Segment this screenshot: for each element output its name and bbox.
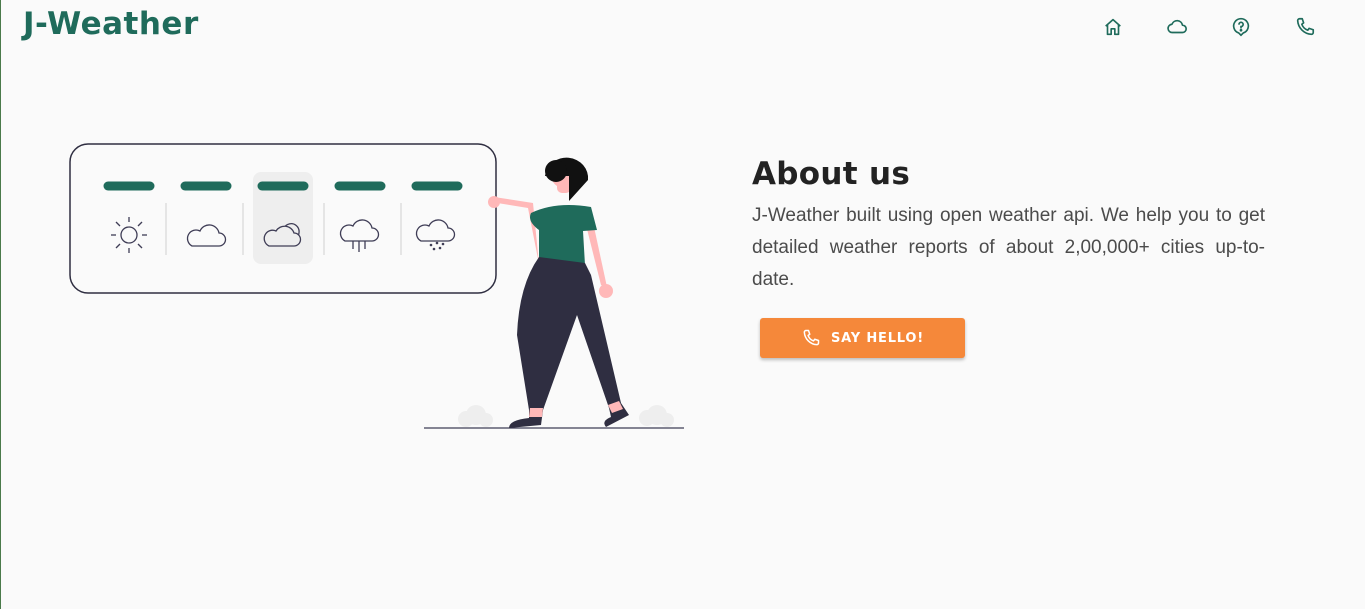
about-section: About us J-Weather built using open weat… bbox=[752, 156, 1265, 296]
home-icon bbox=[1105, 18, 1121, 36]
nav-help-button[interactable] bbox=[1221, 14, 1261, 40]
about-title: About us bbox=[752, 156, 911, 192]
phone-icon bbox=[1296, 17, 1315, 36]
sun-icon bbox=[111, 217, 147, 253]
say-hello-button[interactable]: SAY HELLO! bbox=[760, 318, 965, 358]
weather-illustration bbox=[69, 143, 684, 429]
about-description: J-Weather built using open weather api. … bbox=[752, 205, 1265, 290]
phone-icon bbox=[803, 329, 820, 346]
brand-logo[interactable]: J-Weather bbox=[23, 6, 199, 42]
top-nav bbox=[1093, 14, 1325, 40]
nav-home-button[interactable] bbox=[1093, 14, 1133, 40]
nav-contact-button[interactable] bbox=[1285, 14, 1325, 40]
help-icon bbox=[1232, 17, 1250, 37]
cloud-icon bbox=[186, 224, 227, 247]
say-hello-label: SAY HELLO! bbox=[831, 330, 924, 346]
snow-icon bbox=[415, 219, 456, 251]
rain-icon bbox=[339, 219, 380, 252]
cloud-icon bbox=[1167, 19, 1187, 34]
nav-weather-button[interactable] bbox=[1157, 14, 1197, 40]
